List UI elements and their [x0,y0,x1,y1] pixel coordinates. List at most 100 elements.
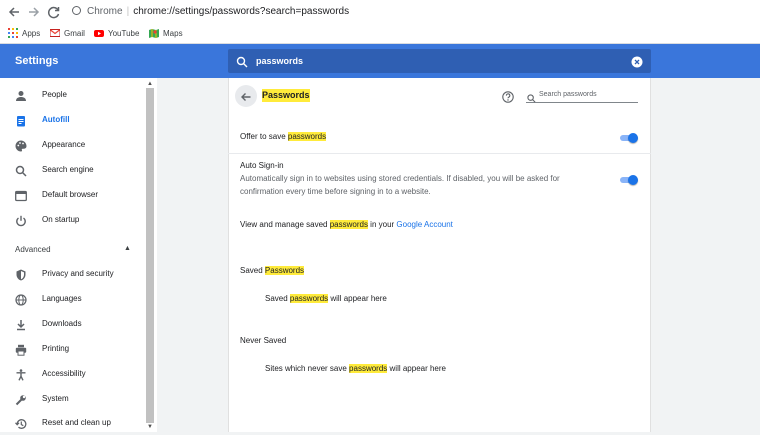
wrench-icon [15,393,27,406]
empty-prefix: Sites which never save [265,364,350,373]
bookmark-gmail[interactable]: Gmail [49,27,85,41]
bookmark-label: Apps [22,29,41,38]
sidebar-item-autofill[interactable]: Autofill [0,108,146,132]
settings-header: Settings passwords [0,44,760,78]
youtube-icon [94,28,104,38]
never-saved-empty-text: Sites which never save passwords will ap… [265,363,446,375]
bookmark-label: Maps [163,29,183,38]
sidebar-item-appearance[interactable]: Appearance [0,133,146,157]
sidebar-item-printing[interactable]: Printing [0,337,146,361]
bookmark-label: Gmail [64,29,85,38]
saved-passwords-empty-text: Saved passwords will appear here [265,293,387,305]
sidebar-item-search-engine[interactable]: Search engine [0,158,146,182]
google-account-link[interactable]: Google Account [396,220,452,229]
sidebar-item-on-startup[interactable]: On startup [0,208,146,232]
bookmarks-bar: Apps Gmail YouTube Maps [0,24,760,44]
site-label: Chrome [87,6,123,17]
sidebar-item-label: Downloads [42,319,82,328]
back-arrow-icon [240,90,252,108]
never-saved-heading: Never Saved [240,336,287,345]
forward-arrow-icon[interactable] [26,4,42,20]
back-arrow-icon[interactable] [6,4,22,20]
sidebar-item-label: Autofill [42,115,70,124]
clear-search-icon[interactable] [631,55,643,73]
palette-icon [15,139,27,152]
sidebar-item-label: Printing [42,344,70,353]
globe-icon [15,293,27,306]
saved-passwords-heading: Saved Passwords [240,265,305,277]
auto-signin-title: Auto Sign-in [240,161,284,170]
manage-prefix: View and manage saved [240,220,330,229]
section-divider [228,153,651,154]
help-icon[interactable] [502,90,514,103]
sidebar-item-label: Default browser [42,190,99,199]
reload-icon[interactable] [46,4,62,20]
search-highlight: passwords [349,364,388,373]
sidebar-item-default-browser[interactable]: Default browser [0,183,146,207]
back-button[interactable] [235,85,257,107]
password-search-placeholder: Search passwords [539,91,597,98]
sidebar-item-system[interactable]: System [0,387,146,411]
shield-icon [15,268,27,281]
offer-to-save-label: Offer to save passwords [240,131,327,143]
sidebar-item-label: Reset and clean up [42,418,111,427]
search-highlight: Passwords [264,266,305,275]
manage-passwords-text: View and manage saved passwords in your … [240,219,453,231]
search-highlight: passwords [287,132,327,141]
sidebar-item-label: On startup [42,215,80,224]
search-icon [236,55,248,73]
advanced-section-toggle[interactable]: Advanced [15,244,51,256]
manage-middle: in your [367,220,397,229]
page-title: Settings [15,55,59,67]
sidebar-item-languages[interactable]: Languages [0,287,146,311]
url-path: chrome://settings/passwords?search=passw… [133,6,350,17]
sidebar-item-label: System [42,394,69,403]
apps-grid-icon [8,28,18,38]
search-icon [527,90,536,108]
sidebar-item-label: Languages [42,294,82,303]
toggle-knob [628,133,638,143]
sidebar-item-accessibility[interactable]: Accessibility [0,362,146,386]
offer-to-save-toggle[interactable] [619,132,639,144]
scrollbar-up-arrow[interactable]: ▲ [146,80,154,88]
download-icon [15,318,27,331]
sidebar-item-people[interactable]: People [0,83,146,107]
sidebar-item-label: Accessibility [42,369,86,378]
browser-icon [15,189,27,202]
search-highlight: passwords [329,220,368,229]
maps-icon [149,28,159,38]
chrome-site-icon [72,6,81,15]
caret-up-icon[interactable]: ▲ [124,245,131,252]
sidebar-item-privacy[interactable]: Privacy and security [0,262,146,286]
printer-icon [15,343,27,356]
sidebar-item-label: People [42,90,67,99]
password-search-field[interactable]: Search passwords [526,88,638,103]
bookmark-label: YouTube [108,29,140,38]
search-highlight: passwords [289,294,329,303]
sidebar-scrollbar-thumb[interactable] [146,88,154,423]
gmail-icon [49,28,61,38]
toggle-knob [628,175,638,185]
browser-toolbar: Chrome | chrome://settings/passwords?searc… [0,0,760,24]
empty-suffix: will appear here [328,294,387,303]
empty-prefix: Saved [265,294,290,303]
search-icon [15,164,27,177]
clipboard-icon [15,114,27,127]
bookmark-maps[interactable]: Maps [149,27,183,41]
url-separator: | [126,6,130,17]
auto-signin-toggle[interactable] [619,174,639,186]
search-input[interactable]: passwords [256,49,303,73]
address-bar[interactable]: Chrome | chrome://settings/passwords?searc… [72,4,349,20]
sidebar-item-downloads[interactable]: Downloads [0,312,146,336]
sidebar-item-reset[interactable]: Reset and clean up [0,411,146,435]
accessibility-icon [15,368,27,381]
empty-suffix: will appear here [387,364,446,373]
bookmark-youtube[interactable]: YouTube [94,27,139,41]
settings-search-box[interactable]: passwords [228,49,651,73]
bookmark-apps[interactable]: Apps [8,27,40,41]
power-icon [15,214,27,227]
sidebar-item-label: Privacy and security [42,269,114,278]
sidebar-item-label: Search engine [42,165,94,174]
scrollbar-down-arrow[interactable]: ▼ [146,423,154,431]
saved-heading-prefix: Saved [240,266,265,275]
